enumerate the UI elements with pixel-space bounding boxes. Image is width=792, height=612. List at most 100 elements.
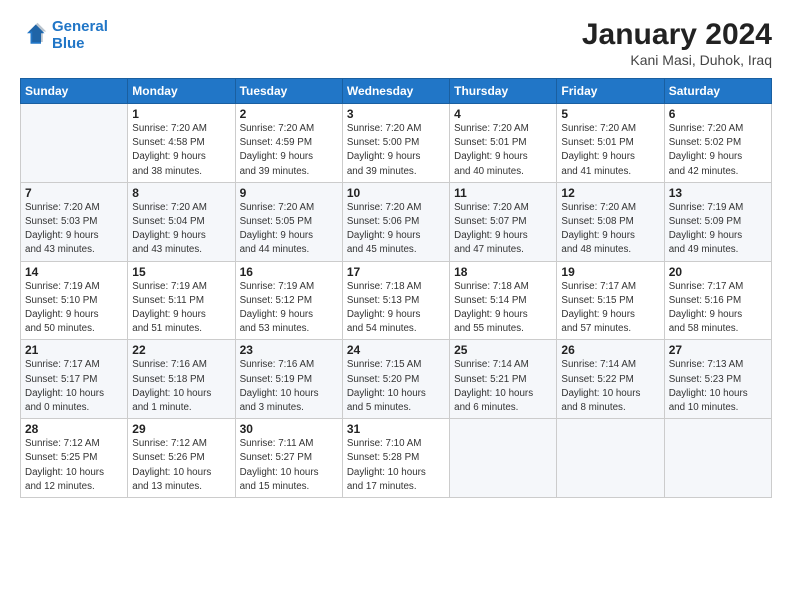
logo-line2: Blue bbox=[52, 35, 85, 52]
day-info: Sunrise: 7:19 AMSunset: 5:10 PMDaylight:… bbox=[25, 280, 123, 337]
day-info: Sunrise: 7:15 AMSunset: 5:20 PMDaylight:… bbox=[347, 358, 445, 415]
header: General Blue January 2024 Kani Masi, Duh… bbox=[20, 18, 772, 68]
day-number: 28 bbox=[25, 422, 123, 436]
day-number: 12 bbox=[561, 186, 659, 200]
day-number: 7 bbox=[25, 186, 123, 200]
day-number: 14 bbox=[25, 265, 123, 279]
day-info: Sunrise: 7:12 AMSunset: 5:25 PMDaylight:… bbox=[25, 437, 123, 494]
day-info: Sunrise: 7:20 AMSunset: 5:06 PMDaylight:… bbox=[347, 201, 445, 258]
day-number: 9 bbox=[240, 186, 338, 200]
day-number: 4 bbox=[454, 107, 552, 121]
day-cell: 23Sunrise: 7:16 AMSunset: 5:19 PMDayligh… bbox=[235, 340, 342, 419]
day-cell: 29Sunrise: 7:12 AMSunset: 5:26 PMDayligh… bbox=[128, 419, 235, 498]
header-day-tuesday: Tuesday bbox=[235, 79, 342, 104]
header-row: SundayMondayTuesdayWednesdayThursdayFrid… bbox=[21, 79, 772, 104]
day-info: Sunrise: 7:20 AMSunset: 5:07 PMDaylight:… bbox=[454, 201, 552, 258]
logo-line1: General bbox=[52, 18, 108, 35]
logo-icon bbox=[20, 21, 48, 49]
day-cell: 22Sunrise: 7:16 AMSunset: 5:18 PMDayligh… bbox=[128, 340, 235, 419]
day-info: Sunrise: 7:18 AMSunset: 5:14 PMDaylight:… bbox=[454, 280, 552, 337]
day-cell: 1Sunrise: 7:20 AMSunset: 4:58 PMDaylight… bbox=[128, 104, 235, 183]
day-cell: 19Sunrise: 7:17 AMSunset: 5:15 PMDayligh… bbox=[557, 261, 664, 340]
day-number: 21 bbox=[25, 343, 123, 357]
day-info: Sunrise: 7:20 AMSunset: 5:08 PMDaylight:… bbox=[561, 201, 659, 258]
day-info: Sunrise: 7:11 AMSunset: 5:27 PMDaylight:… bbox=[240, 437, 338, 494]
week-row-2: 7Sunrise: 7:20 AMSunset: 5:03 PMDaylight… bbox=[21, 182, 772, 261]
day-number: 22 bbox=[132, 343, 230, 357]
day-cell: 7Sunrise: 7:20 AMSunset: 5:03 PMDaylight… bbox=[21, 182, 128, 261]
day-cell: 4Sunrise: 7:20 AMSunset: 5:01 PMDaylight… bbox=[450, 104, 557, 183]
day-cell: 17Sunrise: 7:18 AMSunset: 5:13 PMDayligh… bbox=[342, 261, 449, 340]
day-number: 23 bbox=[240, 343, 338, 357]
header-day-monday: Monday bbox=[128, 79, 235, 104]
calendar-header: SundayMondayTuesdayWednesdayThursdayFrid… bbox=[21, 79, 772, 104]
day-number: 31 bbox=[347, 422, 445, 436]
day-number: 24 bbox=[347, 343, 445, 357]
day-info: Sunrise: 7:19 AMSunset: 5:11 PMDaylight:… bbox=[132, 280, 230, 337]
day-info: Sunrise: 7:14 AMSunset: 5:21 PMDaylight:… bbox=[454, 358, 552, 415]
day-number: 15 bbox=[132, 265, 230, 279]
page: General Blue January 2024 Kani Masi, Duh… bbox=[0, 0, 792, 612]
day-info: Sunrise: 7:20 AMSunset: 5:05 PMDaylight:… bbox=[240, 201, 338, 258]
day-cell: 21Sunrise: 7:17 AMSunset: 5:17 PMDayligh… bbox=[21, 340, 128, 419]
calendar-title: January 2024 bbox=[582, 18, 772, 52]
day-info: Sunrise: 7:12 AMSunset: 5:26 PMDaylight:… bbox=[132, 437, 230, 494]
day-cell: 12Sunrise: 7:20 AMSunset: 5:08 PMDayligh… bbox=[557, 182, 664, 261]
day-cell bbox=[450, 419, 557, 498]
logo-text: General Blue bbox=[52, 18, 108, 53]
day-info: Sunrise: 7:16 AMSunset: 5:18 PMDaylight:… bbox=[132, 358, 230, 415]
day-cell: 3Sunrise: 7:20 AMSunset: 5:00 PMDaylight… bbox=[342, 104, 449, 183]
day-cell: 10Sunrise: 7:20 AMSunset: 5:06 PMDayligh… bbox=[342, 182, 449, 261]
day-number: 18 bbox=[454, 265, 552, 279]
day-cell: 13Sunrise: 7:19 AMSunset: 5:09 PMDayligh… bbox=[664, 182, 771, 261]
day-cell: 2Sunrise: 7:20 AMSunset: 4:59 PMDaylight… bbox=[235, 104, 342, 183]
logo: General Blue bbox=[20, 18, 108, 53]
day-number: 20 bbox=[669, 265, 767, 279]
day-info: Sunrise: 7:20 AMSunset: 4:58 PMDaylight:… bbox=[132, 122, 230, 179]
day-cell bbox=[21, 104, 128, 183]
day-cell: 9Sunrise: 7:20 AMSunset: 5:05 PMDaylight… bbox=[235, 182, 342, 261]
day-number: 25 bbox=[454, 343, 552, 357]
day-info: Sunrise: 7:17 AMSunset: 5:16 PMDaylight:… bbox=[669, 280, 767, 337]
day-cell: 11Sunrise: 7:20 AMSunset: 5:07 PMDayligh… bbox=[450, 182, 557, 261]
day-cell: 5Sunrise: 7:20 AMSunset: 5:01 PMDaylight… bbox=[557, 104, 664, 183]
day-info: Sunrise: 7:10 AMSunset: 5:28 PMDaylight:… bbox=[347, 437, 445, 494]
day-number: 27 bbox=[669, 343, 767, 357]
day-info: Sunrise: 7:19 AMSunset: 5:12 PMDaylight:… bbox=[240, 280, 338, 337]
day-cell: 8Sunrise: 7:20 AMSunset: 5:04 PMDaylight… bbox=[128, 182, 235, 261]
day-info: Sunrise: 7:20 AMSunset: 4:59 PMDaylight:… bbox=[240, 122, 338, 179]
day-number: 26 bbox=[561, 343, 659, 357]
header-day-thursday: Thursday bbox=[450, 79, 557, 104]
day-info: Sunrise: 7:19 AMSunset: 5:09 PMDaylight:… bbox=[669, 201, 767, 258]
day-info: Sunrise: 7:20 AMSunset: 5:01 PMDaylight:… bbox=[454, 122, 552, 179]
day-info: Sunrise: 7:20 AMSunset: 5:04 PMDaylight:… bbox=[132, 201, 230, 258]
day-number: 1 bbox=[132, 107, 230, 121]
header-day-friday: Friday bbox=[557, 79, 664, 104]
day-cell: 15Sunrise: 7:19 AMSunset: 5:11 PMDayligh… bbox=[128, 261, 235, 340]
day-number: 3 bbox=[347, 107, 445, 121]
day-number: 30 bbox=[240, 422, 338, 436]
day-number: 29 bbox=[132, 422, 230, 436]
day-cell: 30Sunrise: 7:11 AMSunset: 5:27 PMDayligh… bbox=[235, 419, 342, 498]
day-cell: 18Sunrise: 7:18 AMSunset: 5:14 PMDayligh… bbox=[450, 261, 557, 340]
day-info: Sunrise: 7:20 AMSunset: 5:00 PMDaylight:… bbox=[347, 122, 445, 179]
day-number: 16 bbox=[240, 265, 338, 279]
day-number: 13 bbox=[669, 186, 767, 200]
day-info: Sunrise: 7:20 AMSunset: 5:03 PMDaylight:… bbox=[25, 201, 123, 258]
week-row-4: 21Sunrise: 7:17 AMSunset: 5:17 PMDayligh… bbox=[21, 340, 772, 419]
calendar-table: SundayMondayTuesdayWednesdayThursdayFrid… bbox=[20, 78, 772, 498]
day-number: 2 bbox=[240, 107, 338, 121]
day-info: Sunrise: 7:20 AMSunset: 5:02 PMDaylight:… bbox=[669, 122, 767, 179]
day-number: 5 bbox=[561, 107, 659, 121]
header-day-saturday: Saturday bbox=[664, 79, 771, 104]
day-cell: 20Sunrise: 7:17 AMSunset: 5:16 PMDayligh… bbox=[664, 261, 771, 340]
day-info: Sunrise: 7:14 AMSunset: 5:22 PMDaylight:… bbox=[561, 358, 659, 415]
calendar-subtitle: Kani Masi, Duhok, Iraq bbox=[582, 52, 772, 68]
week-row-1: 1Sunrise: 7:20 AMSunset: 4:58 PMDaylight… bbox=[21, 104, 772, 183]
week-row-3: 14Sunrise: 7:19 AMSunset: 5:10 PMDayligh… bbox=[21, 261, 772, 340]
day-cell: 6Sunrise: 7:20 AMSunset: 5:02 PMDaylight… bbox=[664, 104, 771, 183]
day-cell: 28Sunrise: 7:12 AMSunset: 5:25 PMDayligh… bbox=[21, 419, 128, 498]
day-info: Sunrise: 7:17 AMSunset: 5:15 PMDaylight:… bbox=[561, 280, 659, 337]
header-day-sunday: Sunday bbox=[21, 79, 128, 104]
title-block: January 2024 Kani Masi, Duhok, Iraq bbox=[582, 18, 772, 68]
